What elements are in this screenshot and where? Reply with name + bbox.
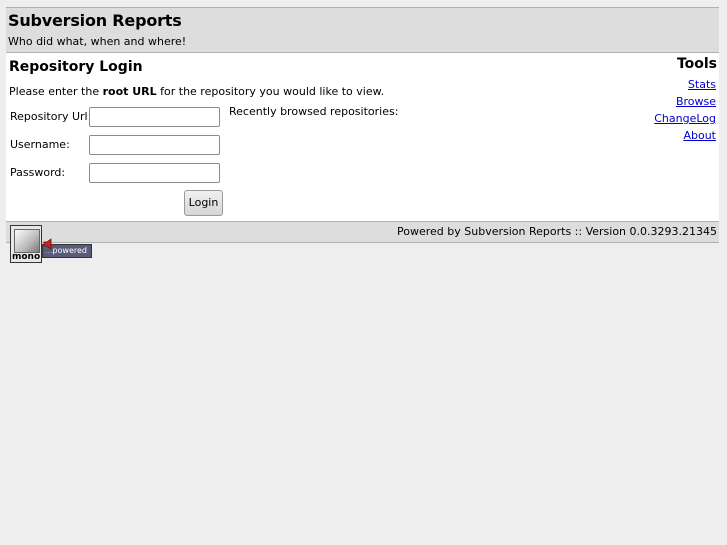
tools-title: Tools: [676, 56, 717, 72]
tool-link-changelog[interactable]: ChangeLog: [654, 112, 716, 125]
recent-repositories-label: Recently browsed repositories:: [229, 105, 399, 118]
username-label: Username:: [10, 138, 70, 151]
site-footer: Powered by Subversion Reports :: Version…: [6, 221, 719, 243]
tool-link-browse[interactable]: Browse: [676, 95, 716, 108]
site-title: Subversion Reports: [8, 11, 182, 30]
mono-logo-text: mono: [12, 252, 41, 262]
repo-url-input[interactable]: [89, 107, 220, 127]
mono-logo-graphic: [14, 229, 40, 253]
main-content: Repository Login Please enter the root U…: [6, 53, 719, 221]
intro-text: Please enter the root URL for the reposi…: [9, 85, 384, 98]
password-input[interactable]: [89, 163, 220, 183]
powered-by-text: Powered by Subversion Reports :: Version…: [397, 225, 717, 238]
tool-link-about[interactable]: About: [683, 129, 716, 142]
site-header: Subversion Reports Who did what, when an…: [6, 7, 719, 53]
mono-logo[interactable]: mono: [10, 225, 42, 263]
intro-suffix: for the repository you would like to vie…: [156, 85, 385, 98]
speaker-icon: [43, 238, 52, 250]
tool-link-stats[interactable]: Stats: [688, 78, 716, 91]
username-input[interactable]: [89, 135, 220, 155]
badge-text: powered: [52, 246, 87, 255]
intro-prefix: Please enter the: [9, 85, 103, 98]
login-button[interactable]: Login: [184, 190, 223, 216]
intro-bold: root URL: [102, 85, 157, 98]
page-title: Repository Login: [9, 59, 143, 75]
password-label: Password:: [10, 166, 66, 179]
repo-url-label: Repository Url:: [10, 110, 92, 123]
site-subtitle: Who did what, when and where!: [8, 35, 187, 48]
